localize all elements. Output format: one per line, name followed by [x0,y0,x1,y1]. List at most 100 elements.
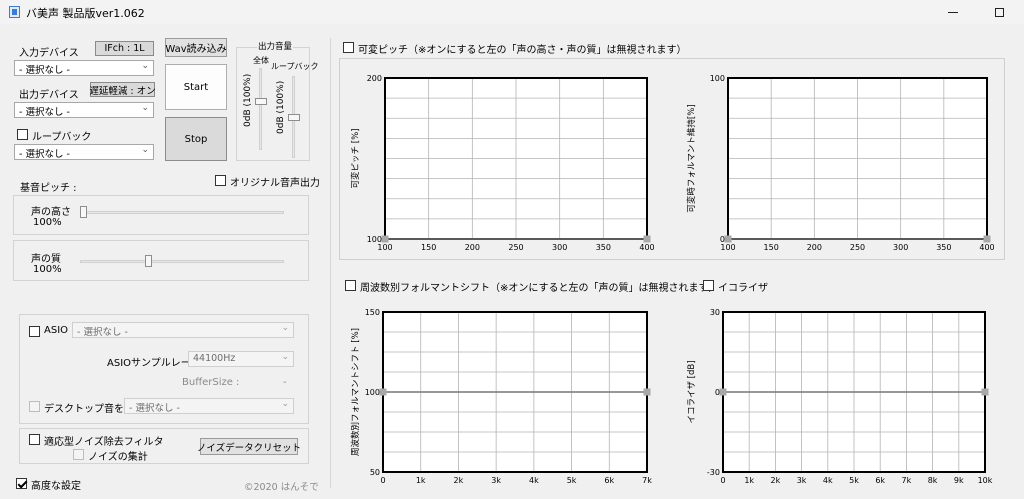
voice-height-label: 声の高さ [31,207,71,218]
output-device-value: - 選択なし - [19,107,70,118]
base-pitch-label: 基音ピッチ : [20,183,77,194]
asio-label: ASIO [44,325,69,336]
chevron-down-icon: ⌄ [281,352,289,362]
input-device-value: - 選択なし - [19,65,70,76]
voice-height-slider[interactable] [80,206,87,218]
x-tick-label: 0 [720,476,725,485]
y-tick-label: 100 [710,74,725,83]
y-tick-label: -30 [707,468,720,477]
variable-pitch-label: 可変ピッチ（※オンにすると左の「声の高さ・声の質」は無視されます） [358,45,687,56]
x-tick-label: 250 [508,243,523,252]
x-tick-label: 3k [797,476,807,485]
desktop-add-checkbox[interactable] [29,401,40,412]
x-tick-label: 300 [552,243,567,252]
maximize-icon [994,7,1004,17]
voice-height-value: 100% [33,217,62,228]
voice-quality-track [80,260,284,263]
noise-collect-label: ノイズの集計 [88,452,148,463]
loopback-device-value: - 選択なし - [19,149,70,160]
ifch-button[interactable]: IFch : 1L [95,41,154,56]
x-tick-label: 150 [764,243,779,252]
asio-device-value: - 選択なし - [77,327,128,338]
x-tick-label: 10k [978,476,993,485]
loopback-volume-slider[interactable] [288,113,300,121]
x-tick-label: 100 [720,243,735,252]
control-point-handle[interactable] [643,388,651,396]
equalizer-checkbox[interactable] [703,280,714,291]
equalizer-label: イコライザ [718,283,768,294]
x-tick-label: 4k [823,476,833,485]
noise-filter-checkbox[interactable] [29,434,40,445]
y-axis-label: イコライザ [dB] [687,360,697,423]
desktop-device-select[interactable]: - 選択なし - ⌄ [124,398,294,414]
noise-collect-checkbox[interactable] [73,449,84,460]
asio-rate-select[interactable]: 44100Hz ⌄ [188,351,294,367]
voice-quality-label: 声の質 [31,254,61,265]
master-volume-slider[interactable] [255,98,267,105]
voice-quality-slider[interactable] [145,255,152,267]
freq-formant-graph[interactable]: 0 1k 2k 3k 4k 5k 6k 7k 150 50 100 周波数別フォルマントシフト [%] [340,300,670,492]
x-tick-label: 9k [954,476,964,485]
master-volume-label: 全体 [253,56,269,65]
x-tick-label: 400 [979,243,994,252]
x-tick-label: 0 [380,476,385,485]
buffer-size-value: - [283,377,287,388]
input-device-select[interactable]: - 選択なし - ⌄ [14,60,154,76]
control-point-handle[interactable] [724,235,732,243]
buffer-size-label: BufferSize : [182,377,240,388]
x-tick-label: 1k [744,476,754,485]
chevron-down-icon: ⌄ [281,399,289,409]
loopback-device-select[interactable]: - 選択なし - ⌄ [14,144,154,160]
master-volume-track [259,68,262,150]
y-tick-label: 0 [715,388,720,397]
y-tick-label: 100 [367,235,382,244]
formant-keep-graph[interactable]: 100 150 200 250 300 350 4001000可変時フォルマント維持[%] [680,62,1000,262]
app-icon [9,6,20,18]
control-point-handle[interactable] [719,388,727,396]
y-axis-label: 周波数別フォルマントシフト [%] [350,328,361,456]
start-button[interactable]: Start [165,64,227,110]
loopback-label: ループバック [32,132,92,143]
advanced-checkbox[interactable] [16,478,27,489]
variable-pitch-graph[interactable]: 100 150 200 250 300 350 400 200 100 可変ピッチ [%] [340,62,670,262]
wav-load-button[interactable]: Wav読み込み [165,38,227,57]
y-tick-label: 100 [365,388,380,397]
x-tick-label: 200 [807,243,822,252]
asio-checkbox[interactable] [29,326,40,337]
control-point-handle[interactable] [381,235,389,243]
original-output-label: オリジナル音声出力 [230,178,320,189]
control-point-handle[interactable] [379,388,387,396]
original-output-checkbox[interactable] [215,175,226,186]
voice-height-track [80,211,284,214]
stop-button[interactable]: Stop [165,117,227,161]
asio-device-select[interactable]: - 選択なし - ⌄ [72,322,294,338]
x-tick-label: 6k [604,476,614,485]
output-volume-title: 出力音量 [257,40,294,52]
x-tick-label: 5k [849,476,859,485]
control-point-handle[interactable] [983,235,991,243]
x-tick-label: 250 [850,243,865,252]
noise-clear-button[interactable]: ノイズデータクリセット [197,438,301,455]
desktop-device-value: - 選択なし - [129,403,180,414]
y-tick-label: 150 [365,308,380,317]
copyright-text: ©2020 はんそで [244,482,319,493]
y-tick-label: 200 [367,74,382,83]
title-bar [0,0,1024,24]
variable-pitch-checkbox[interactable] [343,42,354,53]
chevron-down-icon: ⌄ [141,103,149,113]
x-tick-label: 4k [529,476,539,485]
maximize-button[interactable] [976,0,1022,24]
latency-button[interactable]: 遅延軽減 : オン [89,82,156,97]
y-tick-label: 0 [720,235,725,244]
x-tick-label: 7k [902,476,912,485]
minimize-icon [948,11,958,13]
minimize-button[interactable] [930,0,976,24]
control-point-handle[interactable] [643,235,651,243]
y-tick-label: 30 [710,308,720,317]
output-device-select[interactable]: - 選択なし - ⌄ [14,102,154,118]
freq-formant-checkbox[interactable] [345,280,356,291]
equalizer-graph[interactable]: 0 1k 2k 3k 4k 5k 6k 7k 8k 9k 10k30-300イコライザ [dB] [680,300,1000,492]
voice-quality-value: 100% [33,264,62,275]
control-point-handle[interactable] [981,388,989,396]
loopback-checkbox[interactable] [17,129,28,140]
